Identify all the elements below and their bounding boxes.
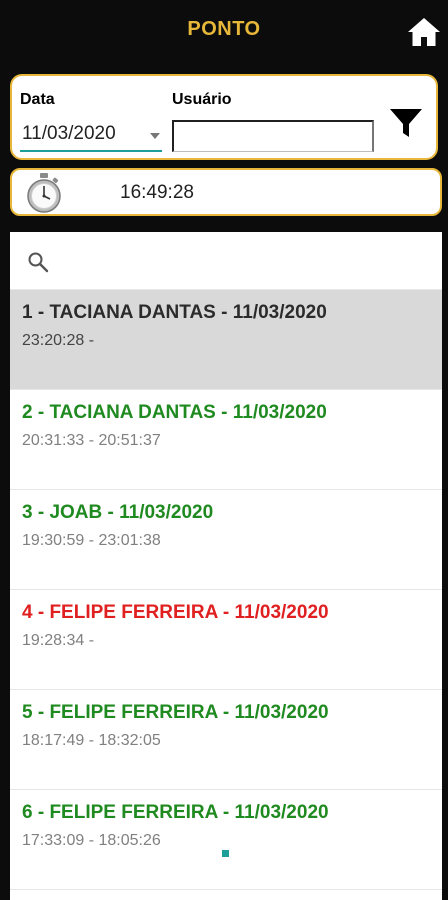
entry-times: 19:28:34 - <box>22 632 95 649</box>
filter-icon[interactable] <box>388 106 424 140</box>
scroll-indicator <box>222 850 229 857</box>
clock-time: 16:49:28 <box>120 182 194 203</box>
dropdown-arrow-icon <box>150 133 160 139</box>
entries-list: 1 - TACIANA DANTAS - 11/03/2020 23:20:28… <box>10 232 442 900</box>
app-header: PONTO <box>0 0 448 64</box>
search-icon <box>28 252 49 273</box>
entry-title: 6 - FELIPE FERREIRA - 11/03/2020 <box>22 802 329 823</box>
page-title: PONTO <box>187 18 261 40</box>
stopwatch-icon <box>27 173 61 213</box>
entry-title: 1 - TACIANA DANTAS - 11/03/2020 <box>22 302 327 323</box>
search-bar <box>10 232 442 290</box>
list-item[interactable]: 2 - TACIANA DANTAS - 11/03/2020 20:31:33… <box>10 390 442 490</box>
entry-times: 17:33:09 - 18:05:26 <box>22 832 161 849</box>
list-item[interactable]: 6 - FELIPE FERREIRA - 11/03/2020 17:33:0… <box>10 790 442 890</box>
clock-panel: 16:49:28 <box>10 168 442 216</box>
list-item[interactable]: 3 - JOAB - 11/03/2020 19:30:59 - 23:01:3… <box>10 490 442 590</box>
entry-times: 18:17:49 - 18:32:05 <box>22 732 161 749</box>
filter-panel: Data Usuário 11/03/2020 <box>10 74 438 160</box>
entry-times: 20:31:33 - 20:51:37 <box>22 432 161 449</box>
user-label: Usuário <box>172 91 232 108</box>
entry-title: 5 - FELIPE FERREIRA - 11/03/2020 <box>22 702 329 723</box>
home-icon[interactable] <box>406 14 442 50</box>
search-input[interactable] <box>60 244 424 280</box>
entry-title: 3 - JOAB - 11/03/2020 <box>22 502 214 523</box>
entries-rows: 1 - TACIANA DANTAS - 11/03/2020 23:20:28… <box>10 290 442 890</box>
list-item[interactable]: 1 - TACIANA DANTAS - 11/03/2020 23:20:28… <box>10 290 442 390</box>
date-picker[interactable]: 11/03/2020 <box>20 120 162 152</box>
entry-title: 4 - FELIPE FERREIRA - 11/03/2020 <box>22 602 329 623</box>
entry-times: 19:30:59 - 23:01:38 <box>22 532 161 549</box>
user-input[interactable] <box>172 120 374 152</box>
date-value: 11/03/2020 <box>22 123 116 144</box>
list-item[interactable]: 5 - FELIPE FERREIRA - 11/03/2020 18:17:4… <box>10 690 442 790</box>
date-label: Data <box>20 91 55 108</box>
list-item[interactable]: 4 - FELIPE FERREIRA - 11/03/2020 19:28:3… <box>10 590 442 690</box>
entry-title: 2 - TACIANA DANTAS - 11/03/2020 <box>22 402 327 423</box>
entry-times: 23:20:28 - <box>22 332 95 349</box>
